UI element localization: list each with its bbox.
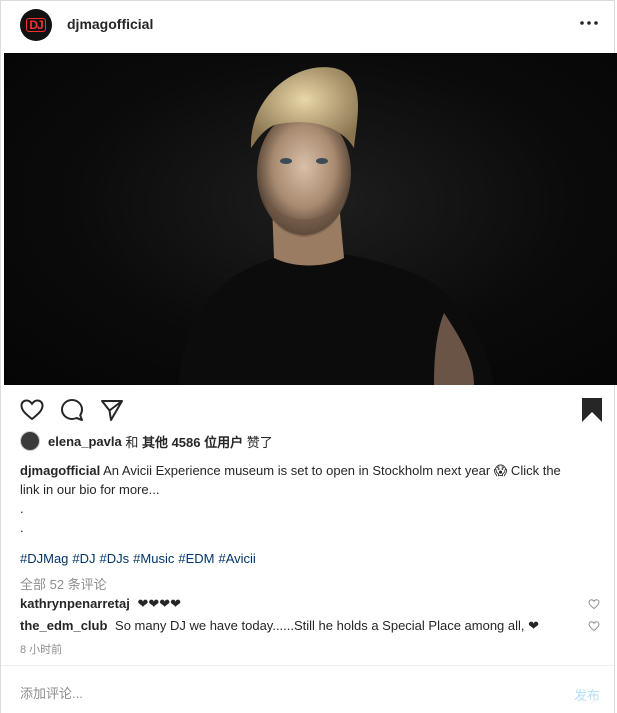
likes-tail-text: 赞了 [243, 434, 273, 450]
hashtag-link[interactable]: #DJMag [20, 551, 68, 566]
hashtag-link[interactable]: #EDM [178, 551, 214, 566]
save-button[interactable] [579, 397, 605, 423]
post-author-username[interactable]: djmagofficial [67, 16, 153, 32]
post-timestamp[interactable]: 8 小时前 [20, 641, 62, 657]
hashtag-link[interactable]: #Avicii [218, 551, 255, 566]
likes-others-count[interactable]: 其他 4586 位用户 [142, 432, 243, 451]
hashtag-link[interactable]: #DJs [100, 551, 130, 566]
like-button[interactable] [19, 397, 45, 423]
comment-row: the_edm_club So many DJ we have today...… [20, 617, 600, 635]
view-all-comments-link[interactable]: 全部 52 条评论 [20, 574, 107, 593]
more-options-button[interactable] [578, 11, 600, 35]
comment-button[interactable] [59, 397, 85, 423]
post-card: DJ djmagofficial elena_pavla 和 其他 4586 位… [0, 0, 617, 713]
more-dots-icon [580, 21, 598, 25]
caption-dot: . [20, 501, 24, 516]
comment-heart-icon[interactable] [588, 598, 600, 610]
bookmark-icon [582, 398, 602, 422]
hashtag-link[interactable]: #DJ [72, 551, 95, 566]
paper-plane-icon [101, 400, 123, 421]
divider [1, 665, 614, 666]
share-button[interactable] [99, 397, 125, 423]
post-comment-button[interactable]: 发布 [574, 685, 600, 704]
post-header: DJ djmagofficial [1, 1, 614, 53]
likes-summary: elena_pavla 和 其他 4586 位用户 赞了 [20, 431, 273, 451]
caption-text-continued: link in our bio for more... [20, 482, 160, 497]
comment-username[interactable]: the_edm_club [20, 618, 107, 633]
caption-dot: . [20, 520, 24, 535]
liker-username[interactable]: elena_pavla [48, 434, 122, 449]
add-comment-input[interactable] [20, 683, 540, 703]
portrait-image [179, 67, 494, 385]
comment-heart-icon[interactable] [588, 620, 600, 632]
post-caption: djmagofficial An Avicii Experience museu… [20, 461, 600, 537]
dj-logo-icon: DJ [26, 18, 46, 32]
comment-text: So many DJ we have today......Still he h… [115, 618, 540, 633]
avatar[interactable]: DJ [20, 9, 52, 41]
post-actions [1, 393, 614, 429]
comment-row: kathrynpenarretaj ❤❤❤❤ [20, 595, 600, 613]
comment-text: ❤❤❤❤ [137, 596, 182, 611]
hashtag-list: #DJMag #DJ #DJs #Music #EDM #Avicii [20, 551, 260, 566]
caption-line-1: djmagofficial An Avicii Experience museu… [20, 461, 600, 480]
likes-and-text: 和 [121, 434, 142, 450]
comment-bubble-icon [61, 399, 83, 421]
heart-icon [20, 399, 44, 421]
comment-username[interactable]: kathrynpenarretaj [20, 596, 130, 611]
hashtag-link[interactable]: #Music [133, 551, 174, 566]
post-photo[interactable] [4, 53, 617, 385]
caption-text: An Avicii Experience museum is set to op… [103, 463, 561, 478]
caption-username[interactable]: djmagofficial [20, 463, 100, 478]
liker-avatar[interactable] [20, 431, 40, 451]
